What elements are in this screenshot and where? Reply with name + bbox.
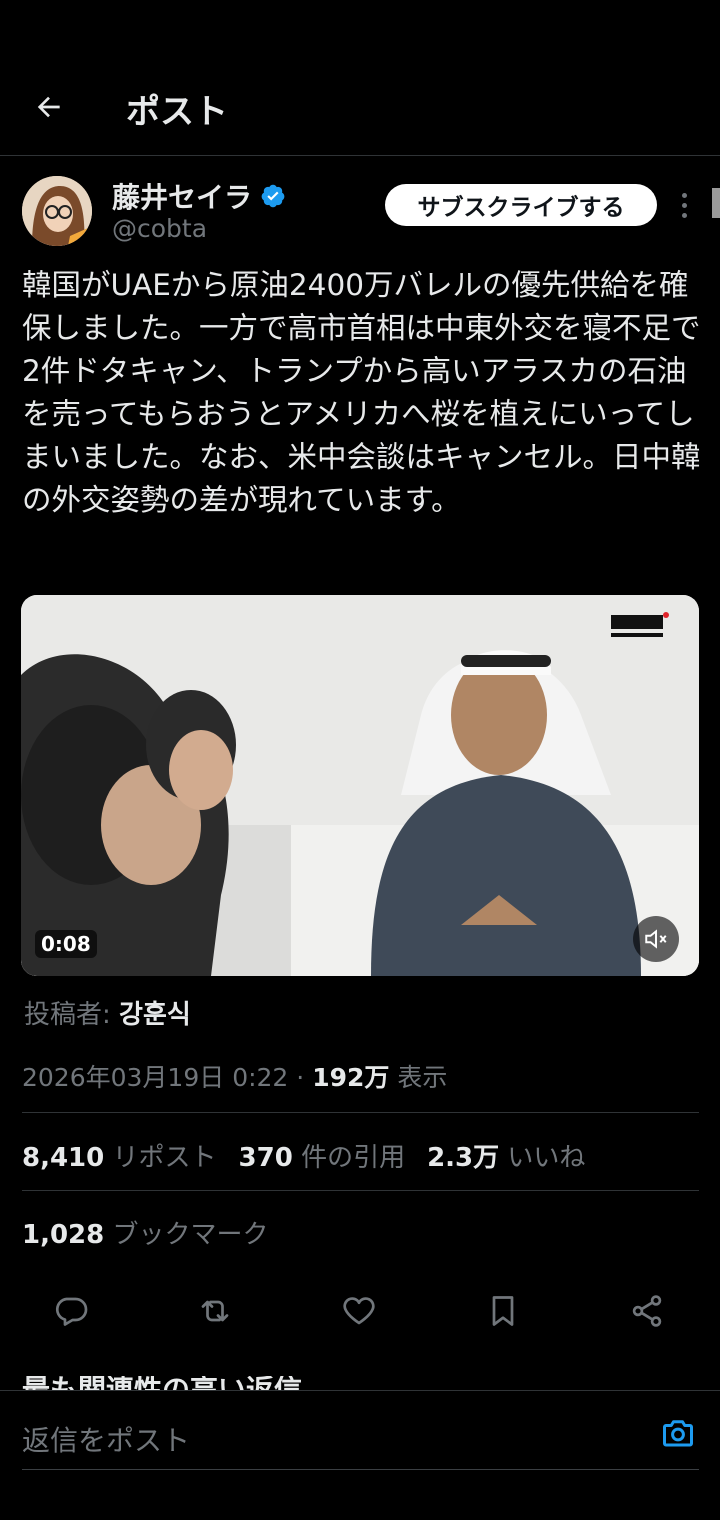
- mute-button[interactable]: [633, 916, 679, 962]
- channel-logo-icon: [611, 612, 669, 637]
- bookmarks-stat[interactable]: 1,028 ブックマーク: [22, 1214, 269, 1251]
- camera-icon: [663, 1420, 693, 1447]
- reply-input[interactable]: 返信をポスト: [22, 1419, 190, 1459]
- divider: [22, 1469, 699, 1470]
- meta-separator: ·: [296, 1063, 305, 1092]
- verified-badge-icon: [261, 184, 285, 208]
- reply-composer: 返信をポスト: [0, 1390, 720, 1520]
- quotes-stat[interactable]: 370 件の引用: [239, 1137, 406, 1174]
- reposts-stat[interactable]: 8,410 リポスト: [22, 1137, 217, 1174]
- arrow-left-icon: [37, 96, 60, 118]
- posted-by: 投稿者: 강훈식: [24, 994, 191, 1031]
- avatar[interactable]: [22, 176, 92, 246]
- posted-by-name[interactable]: 강훈식: [119, 1000, 191, 1030]
- video-player[interactable]: 0:08: [21, 595, 699, 976]
- reply-icon: [55, 1297, 88, 1326]
- reply-button[interactable]: [48, 1288, 94, 1334]
- page-title: ポスト: [126, 92, 228, 132]
- bookmark-icon: [492, 1296, 514, 1326]
- divider: [22, 1112, 699, 1113]
- author-row: 藤井セイラ @cobta サブスクライブする: [22, 176, 702, 248]
- repost-button[interactable]: [192, 1288, 238, 1334]
- action-bar: [22, 1288, 702, 1334]
- divider: [22, 1190, 699, 1191]
- scrollbar[interactable]: [712, 188, 720, 218]
- video-duration: 0:08: [35, 930, 97, 958]
- author-handle: @cobta: [112, 214, 208, 243]
- repost-icon: [201, 1300, 229, 1322]
- engagement-stats: 8,410 リポスト 370 件の引用 2.3万 いいね: [22, 1137, 585, 1174]
- channel-logo: [611, 609, 669, 646]
- subscribe-button[interactable]: サブスクライブする: [385, 184, 657, 226]
- views-label: 表示: [397, 1063, 448, 1092]
- top-bar: ポスト: [0, 56, 720, 156]
- share-button[interactable]: [624, 1288, 670, 1334]
- like-button[interactable]: [336, 1288, 382, 1334]
- back-button[interactable]: [28, 86, 70, 128]
- post-text: 韓国がUAEから原油2400万バレルの優先供給を確保しました。一方で高市首相は中…: [22, 268, 701, 517]
- camera-button[interactable]: [660, 1415, 696, 1451]
- muted-speaker-icon: [645, 929, 667, 949]
- like-icon: [343, 1297, 375, 1325]
- replies-section-heading: 最も関連性の高い返信: [22, 1376, 302, 1390]
- more-options-icon[interactable]: [674, 190, 694, 220]
- bookmark-button[interactable]: [480, 1288, 526, 1334]
- views-count: 192万: [312, 1063, 390, 1092]
- video-thumbnail: [21, 595, 699, 976]
- author-name-text: 藤井セイラ: [112, 181, 253, 214]
- share-icon: [632, 1295, 662, 1327]
- posted-by-label: 投稿者:: [24, 1000, 111, 1030]
- likes-stat[interactable]: 2.3万 いいね: [427, 1137, 585, 1174]
- timestamp[interactable]: 2026年03月19日 0:22: [22, 1063, 288, 1092]
- post-meta: 2026年03月19日 0:22 · 192万 表示: [22, 1058, 447, 1094]
- author-name[interactable]: 藤井セイラ: [112, 176, 286, 216]
